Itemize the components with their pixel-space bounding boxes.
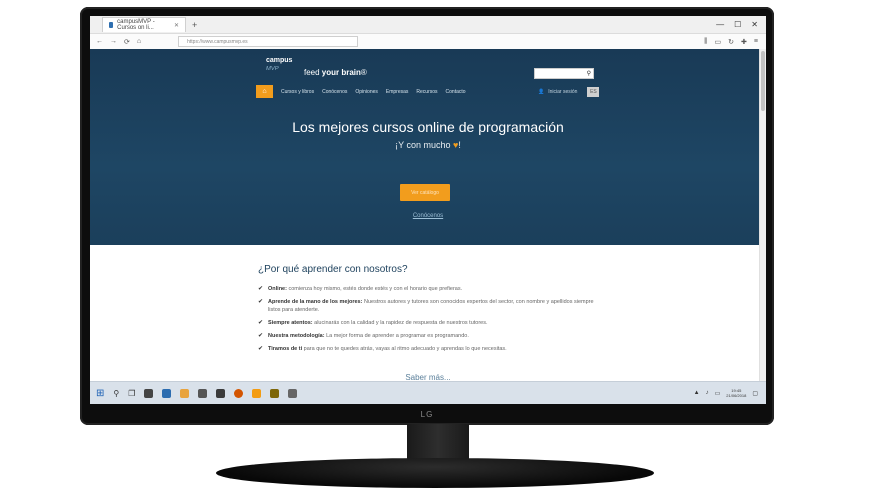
extension-icon[interactable]: ✚	[741, 38, 747, 46]
site-logo-top: campus	[266, 57, 293, 64]
page-scrollbar[interactable]	[759, 49, 766, 382]
sidebar-icon[interactable]: ▭	[715, 38, 722, 46]
language-selector[interactable]: ES	[587, 87, 600, 97]
url-input[interactable]: https://www.campusmvp.es	[178, 36, 359, 47]
user-icon: 👤	[538, 89, 545, 95]
windows-start-icon[interactable]: ⊞	[96, 388, 104, 399]
search-icon[interactable]: ⚲	[587, 70, 591, 77]
app-icon[interactable]	[288, 388, 298, 398]
notification-icon[interactable]: ▢	[752, 390, 758, 397]
task-view-icon[interactable]: ❐	[128, 389, 135, 398]
list-item: ✔ Online: comienza hoy mismo, estés donde…	[258, 285, 598, 293]
back-icon[interactable]: ←	[96, 38, 103, 45]
list-item: ✔ Aprende de la mano de los mejores: Nues…	[258, 298, 598, 314]
list-item-bold: Online:	[268, 286, 287, 292]
nav-item-recursos[interactable]: Recursos	[416, 89, 437, 95]
monitor-logo: LG	[420, 410, 434, 419]
check-icon: ✔	[258, 320, 264, 326]
browser-nav-bar: ← → ⟳ ⌂ https://www.campusmvp.es ⫼ ▭ ↻ ✚…	[90, 34, 766, 50]
new-tab-button[interactable]: +	[192, 20, 197, 30]
taskbar: ⊞ ⚲ ❐ ▲ ♪ ▭ 19:45 21/06/2018 ▢	[90, 381, 766, 404]
app-icon[interactable]	[198, 388, 208, 398]
maximize-icon[interactable]: ☐	[734, 20, 741, 29]
check-icon: ✔	[258, 286, 264, 292]
favicon-icon	[109, 22, 114, 28]
menu-icon[interactable]: ≡	[754, 38, 758, 46]
check-icon: ✔	[258, 346, 264, 352]
app-icon[interactable]	[270, 388, 280, 398]
browser-tab-bar: campusMVP - Cursos on li... ✕ + — ☐ ✕	[90, 16, 766, 34]
hero-subtitle-suffix: !	[458, 140, 461, 150]
nav-item-cursos[interactable]: Cursos y libros	[281, 89, 314, 95]
forward-icon[interactable]: →	[110, 38, 117, 45]
list-item-bold: Tiramos de ti	[268, 346, 303, 352]
monitor-stand-base	[216, 458, 654, 488]
why-list: ✔ Online: comienza hoy mismo, estés donde…	[258, 285, 598, 353]
nav-item-empresas[interactable]: Empresas	[386, 89, 409, 95]
nav-item-opiniones[interactable]: Opiniones	[355, 89, 378, 95]
list-item-bold: Aprende de la mano de los mejores:	[268, 299, 363, 305]
minimize-icon[interactable]: —	[716, 20, 724, 29]
list-item: ✔ Siempre atentos: alucinarás con la cali…	[258, 319, 598, 327]
login-area: 👤 Iniciar sesión ES	[538, 87, 600, 97]
list-item-text: para que no te quedes atrás, vayas al ri…	[302, 346, 507, 352]
nav-item-conocenos[interactable]: Conócenos	[322, 89, 347, 95]
site-logo-bottom: MVP	[266, 66, 279, 72]
web-page: campus MVP feed your brain® ⚲ ⌂ Cursos y…	[90, 49, 766, 382]
system-tray: ▲ ♪ ▭ 19:45 21/06/2018 ▢	[694, 388, 766, 398]
firefox-icon[interactable]	[234, 388, 244, 398]
why-section: ¿Por qué aprender con nosotros? ✔ Online:…	[258, 264, 598, 358]
network-icon[interactable]: ▲	[694, 390, 700, 396]
hero-subtitle-prefix: ¡Y con mucho	[395, 140, 451, 150]
hero-title: Los mejores cursos online de programació…	[292, 119, 564, 135]
list-item-bold: Siempre atentos:	[268, 320, 313, 326]
site-search-input[interactable]: ⚲	[534, 68, 594, 79]
window-controls: — ☐ ✕	[716, 20, 766, 29]
battery-icon[interactable]: ▭	[715, 390, 721, 397]
list-item-text: La mejor forma de aprender a programar e…	[324, 333, 469, 339]
hero-section: campus MVP feed your brain® ⚲ ⌂ Cursos y…	[90, 49, 766, 245]
app-icon[interactable]	[162, 388, 172, 398]
check-icon: ✔	[258, 333, 264, 339]
main-nav: ⌂ Cursos y libros Conócenos Opiniones Em…	[256, 85, 466, 98]
tagline-suffix: ®	[360, 68, 367, 77]
catalog-button[interactable]: Ver catálogo	[400, 184, 450, 201]
clock[interactable]: 19:45 21/06/2018	[726, 388, 746, 398]
site-logo[interactable]: campus MVP	[266, 57, 292, 73]
browser-tab[interactable]: campusMVP - Cursos on li... ✕	[102, 17, 186, 32]
check-icon: ✔	[258, 299, 264, 305]
hero-subtitle: ¡Y con mucho ♥!	[90, 140, 766, 150]
list-item: ✔ Nuestra metodología: La mejor forma de …	[258, 332, 598, 340]
screen: campusMVP - Cursos on li... ✕ + — ☐ ✕ ← …	[90, 16, 766, 404]
close-window-icon[interactable]: ✕	[751, 20, 758, 29]
conocenos-link[interactable]: Conócenos	[90, 213, 766, 219]
login-link[interactable]: Iniciar sesión	[548, 89, 577, 95]
list-item: ✔ Tiramos de ti para que no te quedes atr…	[258, 345, 598, 353]
app-icon[interactable]	[144, 388, 154, 398]
why-title: ¿Por qué aprender con nosotros?	[258, 264, 408, 275]
app-icon[interactable]	[252, 388, 262, 398]
list-item-text: comienza hoy mismo, estés donde estés y …	[286, 286, 463, 292]
browser-tab-title: campusMVP - Cursos on li...	[117, 19, 155, 31]
tagline-bold: your brain	[321, 68, 361, 77]
sync-icon[interactable]: ↻	[728, 38, 734, 46]
volume-icon[interactable]: ♪	[706, 390, 709, 396]
nav-item-contacto[interactable]: Contacto	[446, 89, 466, 95]
tagline-prefix: feed	[304, 68, 322, 77]
clock-date: 21/06/2018	[726, 393, 747, 398]
folder-icon[interactable]	[180, 388, 190, 398]
site-tagline: feed your brain®	[304, 68, 367, 77]
app-icon[interactable]	[216, 388, 226, 398]
list-item-bold: Nuestra metodología:	[268, 333, 325, 339]
url-text: https://www.campusmvp.es	[187, 38, 248, 45]
search-taskbar-icon[interactable]: ⚲	[113, 389, 119, 398]
home-icon[interactable]: ⌂	[137, 38, 141, 45]
home-nav-button[interactable]: ⌂	[256, 85, 273, 98]
browser-toolbar-icons: ⫼ ▭ ↻ ✚ ≡	[704, 38, 766, 46]
library-icon[interactable]: ⫼	[704, 38, 707, 46]
scrollbar-thumb[interactable]	[761, 51, 765, 111]
close-tab-icon[interactable]: ✕	[174, 22, 179, 29]
reload-icon[interactable]: ⟳	[124, 38, 130, 46]
list-item-text: alucinarás con la calidad y la rapidez d…	[312, 320, 488, 326]
